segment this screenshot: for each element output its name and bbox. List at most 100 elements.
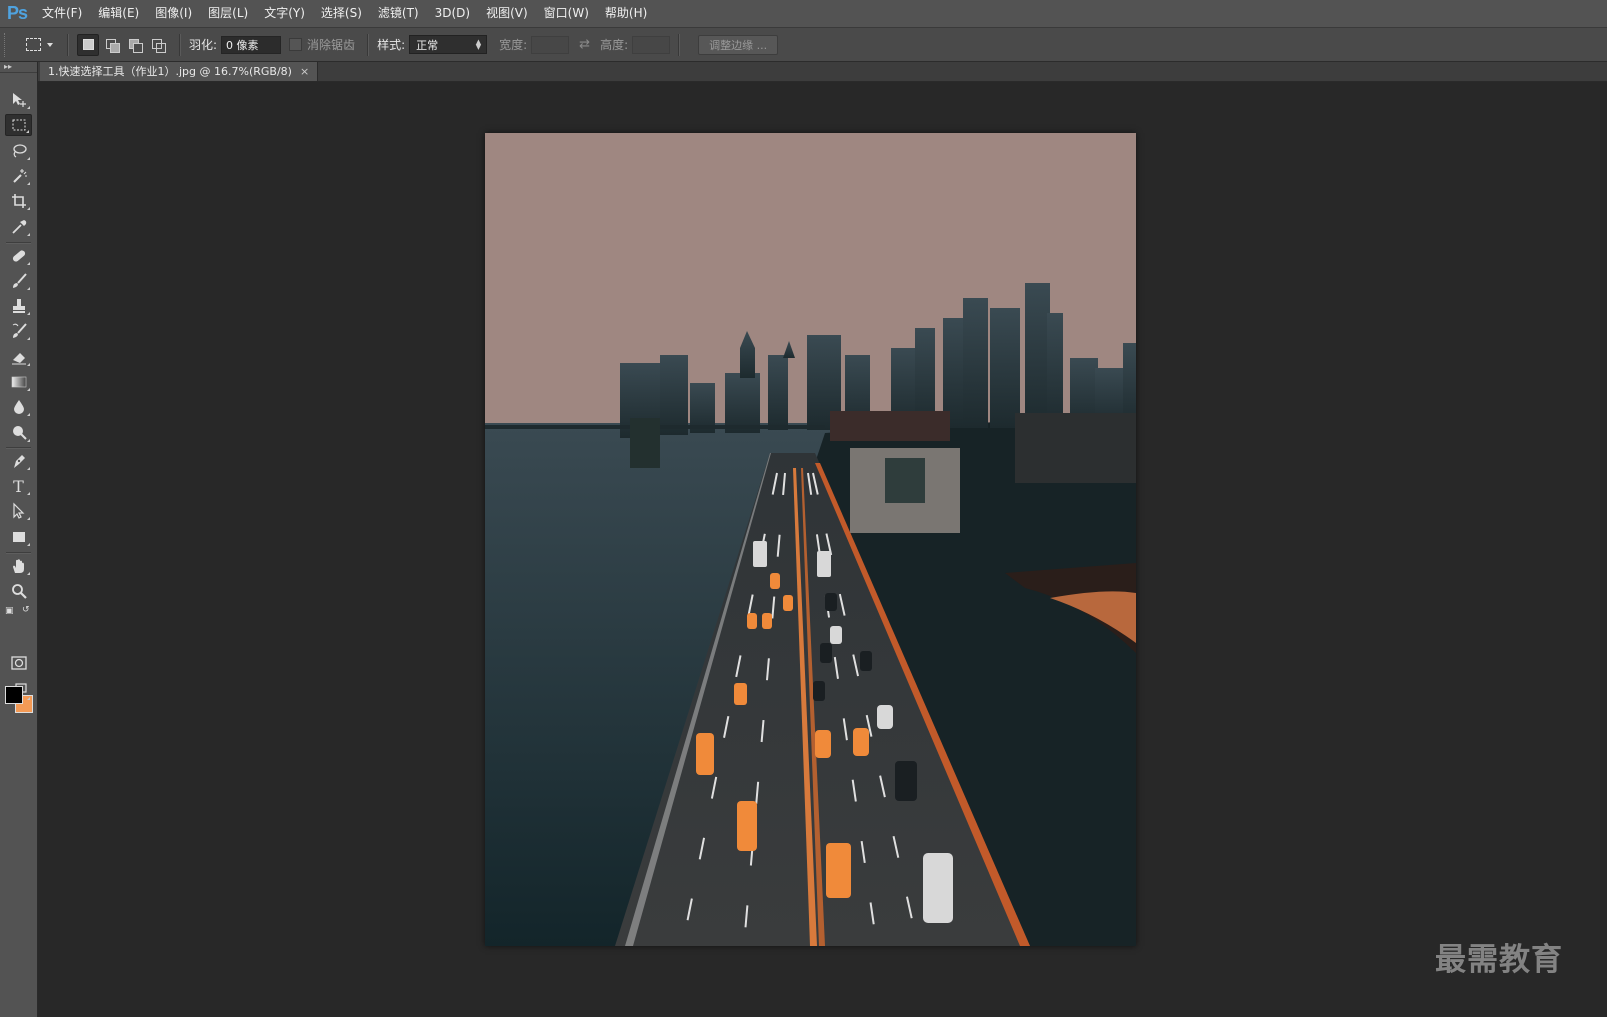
menu-file[interactable]: 文件(F)	[34, 0, 90, 27]
height-label: 高度:	[600, 38, 629, 52]
updown-arrows-icon: ▲ ▼	[475, 38, 482, 51]
pen-icon	[13, 455, 25, 468]
move-icon	[12, 93, 26, 107]
lasso-icon	[12, 144, 27, 158]
divider	[179, 33, 181, 56]
new-selection-icon	[82, 39, 94, 50]
magic-wand-icon	[12, 169, 27, 183]
menu-view[interactable]: 视图(V)	[478, 0, 536, 27]
type-icon: T	[13, 476, 24, 496]
brush-icon	[12, 273, 27, 288]
brush-tool[interactable]	[5, 270, 32, 292]
intersect-selection-button[interactable]	[148, 35, 168, 55]
menu-window[interactable]: 窗口(W)	[536, 0, 597, 27]
antialias-label: 消除锯齿	[307, 38, 356, 52]
options-bar-grip[interactable]	[4, 32, 11, 57]
gradient-icon	[11, 376, 26, 388]
width-label: 宽度:	[499, 38, 528, 52]
crop-tool[interactable]	[5, 190, 32, 212]
zoom-tool[interactable]	[5, 580, 32, 602]
close-icon[interactable]: ×	[300, 65, 309, 78]
eyedropper-tool[interactable]	[5, 216, 32, 238]
swap-colors-icon[interactable]: ↺	[22, 605, 30, 615]
rectangular-marquee-tool[interactable]	[5, 114, 32, 136]
path-selection-icon	[12, 502, 24, 519]
document-tab[interactable]: 1.快速选择工具（作业1）.jpg @ 16.7%(RGB/8) ×	[40, 62, 319, 81]
magic-wand-tool[interactable]	[5, 165, 32, 187]
subtract-from-selection-button[interactable]	[125, 35, 145, 55]
spot-healing-brush-tool[interactable]	[5, 245, 32, 267]
add-to-selection-icon	[106, 38, 120, 53]
add-to-selection-button[interactable]	[102, 35, 122, 55]
blur-tool[interactable]	[5, 396, 32, 418]
swap-width-height-icon[interactable]: ⇄	[579, 37, 590, 52]
subtract-from-selection-icon	[129, 38, 143, 53]
stamp-icon	[12, 299, 25, 313]
dodge-icon	[12, 426, 27, 440]
eraser-tool[interactable]	[5, 346, 32, 368]
menu-filter[interactable]: 滤镜(T)	[370, 0, 427, 27]
refine-edge-button[interactable]: 调整边缘 ...	[698, 34, 779, 55]
menu-image[interactable]: 图像(I)	[147, 0, 200, 27]
intersect-selection-icon	[152, 38, 166, 53]
water-drop-icon	[13, 400, 24, 414]
menu-select[interactable]: 选择(S)	[313, 0, 370, 27]
bandage-icon	[12, 250, 25, 262]
rectangle-icon	[12, 532, 25, 542]
divider	[367, 33, 370, 56]
new-selection-button[interactable]	[77, 33, 99, 56]
eraser-icon	[11, 353, 26, 365]
watermark-text: 最需教育	[1435, 942, 1563, 978]
hand-icon	[12, 559, 24, 573]
rectangular-marquee-icon	[12, 119, 25, 131]
menu-edit[interactable]: 编辑(E)	[90, 0, 147, 27]
tool-preset-picker[interactable]	[19, 33, 59, 57]
tools-panel: ▸▸ T ▣ ↺	[0, 62, 38, 1017]
document-tab-title: 1.快速选择工具（作业1）.jpg @ 16.7%(RGB/8)	[48, 65, 292, 78]
type-tool[interactable]: T	[5, 475, 32, 497]
feather-input[interactable]: 0 像素	[221, 35, 282, 54]
move-tool[interactable]	[5, 89, 32, 111]
rectangle-tool[interactable]	[5, 526, 32, 548]
default-colors-icon[interactable]: ▣	[5, 606, 14, 616]
antialias-checkbox[interactable]	[289, 38, 303, 51]
collapse-panel-icon[interactable]: ▸▸	[0, 62, 37, 73]
history-brush-icon	[12, 323, 27, 338]
history-brush-tool[interactable]	[5, 320, 32, 342]
pen-tool[interactable]	[5, 450, 32, 472]
menu-layer[interactable]: 图层(L)	[200, 0, 256, 27]
style-label: 样式:	[377, 38, 406, 52]
quick-mask-button[interactable]	[5, 652, 32, 674]
path-selection-tool[interactable]	[5, 500, 32, 522]
document-tab-bar: 1.快速选择工具（作业1）.jpg @ 16.7%(RGB/8) ×	[38, 62, 1607, 82]
city-highway-photo	[485, 133, 1136, 946]
style-select[interactable]: 正常 ▲ ▼	[409, 35, 488, 54]
feather-label: 羽化:	[189, 38, 218, 52]
clone-stamp-tool[interactable]	[5, 295, 32, 317]
divider	[67, 33, 69, 56]
foreground-color-swatch[interactable]	[5, 686, 23, 704]
menu-type[interactable]: 文字(Y)	[256, 0, 313, 27]
divider	[678, 33, 681, 56]
chevron-down-icon	[46, 42, 53, 47]
quick-mask-icon	[10, 656, 27, 670]
divider	[6, 242, 31, 244]
lasso-tool[interactable]	[5, 140, 32, 162]
width-input[interactable]	[531, 35, 570, 54]
rectangular-marquee-icon	[25, 38, 41, 51]
style-select-value: 正常	[416, 39, 439, 52]
eyedropper-icon	[11, 220, 26, 234]
photoshop-logo: Ps	[6, 3, 28, 23]
crop-icon	[11, 194, 26, 208]
document-canvas[interactable]	[485, 133, 1136, 946]
hand-tool[interactable]	[5, 555, 32, 577]
options-bar: 羽化: 0 像素 消除锯齿 样式: 正常 ▲ ▼ 宽度: ⇄ 高度: 调整边缘 .…	[0, 28, 1607, 62]
gradient-tool[interactable]	[5, 371, 32, 393]
height-input[interactable]	[632, 35, 671, 54]
menu-3d[interactable]: 3D(D)	[427, 0, 478, 27]
divider	[6, 447, 31, 449]
menu-bar: Ps 文件(F) 编辑(E) 图像(I) 图层(L) 文字(Y) 选择(S) 滤…	[0, 0, 1607, 28]
menu-help[interactable]: 帮助(H)	[597, 0, 655, 27]
zoom-icon	[11, 584, 27, 599]
dodge-tool[interactable]	[5, 422, 32, 444]
